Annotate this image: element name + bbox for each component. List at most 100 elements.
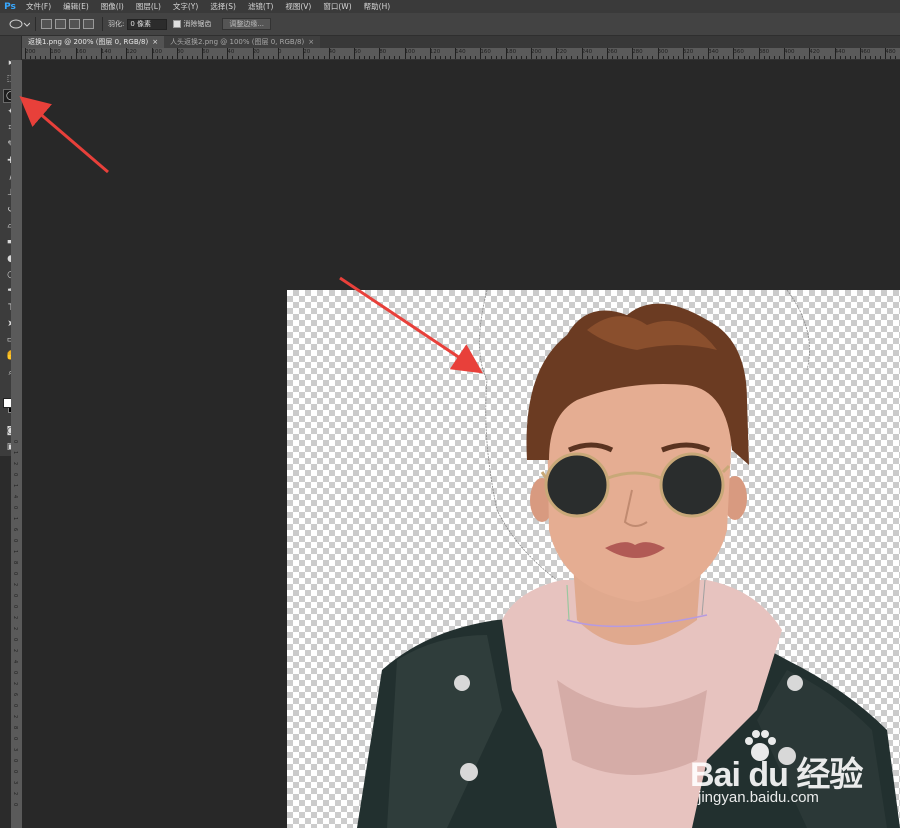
ruler-tick (804, 56, 806, 59)
ruler-tick (799, 56, 801, 59)
ruler-tick (45, 56, 47, 59)
antialias-checkbox[interactable] (173, 20, 182, 28)
close-icon[interactable]: × (152, 36, 158, 48)
ruler-tick (784, 48, 785, 59)
ruler-tick (571, 56, 573, 59)
ruler-tick (60, 56, 62, 59)
ruler-label: 80 (379, 49, 387, 55)
ruler-tick (100, 48, 102, 59)
ruler-label: 2 (12, 682, 18, 686)
ruler-tick (606, 48, 608, 59)
ruler-label: 460 (859, 49, 871, 55)
ruler-label: 80 (176, 49, 184, 55)
ruler-label: 1 (12, 451, 18, 455)
ruler-tick (126, 48, 128, 59)
menu-window[interactable]: 窗口(W) (317, 0, 357, 13)
ruler-tick (864, 56, 866, 59)
ruler-label: 280 (632, 49, 643, 55)
watermark-url: jingyan.baidu.com (698, 789, 819, 806)
menu-select[interactable]: 选择(S) (204, 0, 242, 13)
menu-type[interactable]: 文字(Y) (167, 0, 204, 13)
ruler-tick (849, 56, 851, 59)
ruler-tick (611, 56, 613, 59)
ruler-label: 2 (12, 627, 18, 631)
ruler-tick (875, 56, 877, 59)
ruler-tick (733, 48, 735, 59)
intersect-selection-icon[interactable] (83, 19, 94, 29)
tab-document-2[interactable]: 人头返换2.png @ 100% (图层 0, RGB/8) × (164, 36, 321, 48)
add-selection-icon[interactable] (55, 19, 66, 29)
ruler-tick (667, 56, 669, 59)
ruler-label: 360 (733, 49, 744, 55)
ruler-tick (40, 56, 42, 59)
ruler-label: 120 (126, 49, 137, 55)
ruler-tick (55, 56, 57, 59)
ruler-tick (455, 48, 457, 59)
new-selection-icon[interactable] (41, 19, 52, 29)
ruler-tick (384, 56, 386, 59)
close-icon[interactable]: × (308, 36, 314, 48)
ruler-tick (35, 56, 37, 59)
ruler-tick (358, 56, 360, 59)
ruler-label: 0 (12, 803, 18, 807)
ruler-tick (692, 56, 694, 59)
ruler-label: 2 (12, 462, 18, 466)
ruler-label: 340 (708, 49, 719, 55)
ruler-tick (141, 56, 143, 59)
ruler-tick (652, 56, 654, 59)
ruler-tick (870, 56, 872, 59)
tab-document-1[interactable]: 返换1.png @ 200% (图层 0, RGB/8) × (22, 36, 165, 48)
menu-view[interactable]: 视图(V) (279, 0, 317, 13)
ruler-label: 4 (12, 660, 18, 664)
ruler-tick (657, 48, 659, 59)
ruler-label: 260 (606, 49, 618, 55)
ruler-tick (748, 56, 750, 59)
ruler-tick (283, 56, 285, 59)
ruler-tick (313, 56, 315, 59)
options-separator (102, 17, 103, 31)
ruler-tick (622, 56, 624, 59)
ruler-tick (809, 48, 811, 59)
tab-label: 人头返换2.png @ 100% (图层 0, RGB/8) (170, 38, 305, 46)
ruler-label: 1 (12, 550, 18, 554)
ruler-label: 6 (12, 528, 18, 532)
refine-edge-button[interactable]: 调整边缘... (222, 18, 272, 30)
ruler-tick (834, 48, 836, 59)
ruler-tick (70, 56, 72, 59)
ruler-tick (323, 56, 325, 59)
ruler-tick (854, 56, 856, 59)
sunglasses-right-lens (659, 452, 725, 518)
ruler-label: 0 (12, 671, 18, 675)
ruler-tick (146, 56, 148, 59)
menu-layer[interactable]: 图层(L) (130, 0, 167, 13)
menu-filter[interactable]: 滤镜(T) (242, 0, 279, 13)
ruler-tick (728, 56, 730, 59)
ruler-label: 0 (12, 572, 18, 576)
subtract-selection-icon[interactable] (69, 19, 80, 29)
menu-image[interactable]: 图像(I) (95, 0, 130, 13)
ruler-tick (566, 56, 568, 59)
ruler-tick (65, 56, 67, 59)
ruler-tick (591, 56, 593, 59)
ruler-tick (551, 56, 553, 59)
ruler-tick (495, 56, 497, 59)
ruler-tick (677, 56, 679, 59)
ruler-label: 0 (12, 539, 18, 543)
ruler-label: 0 (12, 759, 18, 763)
lasso-preset-icon[interactable] (8, 18, 30, 30)
ruler-tick (348, 56, 350, 59)
menu-file[interactable]: 文件(F) (20, 0, 57, 13)
ruler-label: 0 (12, 605, 18, 609)
menu-edit[interactable]: 编辑(E) (57, 0, 95, 13)
ruler-tick (308, 56, 310, 59)
ruler-tick (116, 56, 118, 59)
ruler-tick (353, 48, 355, 59)
ruler-tick (789, 56, 791, 59)
menu-help[interactable]: 帮助(H) (358, 0, 397, 13)
ruler-tick (186, 56, 188, 59)
ruler-tick (470, 56, 472, 59)
ruler-tick (763, 56, 765, 59)
ruler-tick (161, 56, 163, 59)
feather-input[interactable]: 0 像素 (127, 18, 168, 30)
ruler-tick (75, 48, 77, 59)
